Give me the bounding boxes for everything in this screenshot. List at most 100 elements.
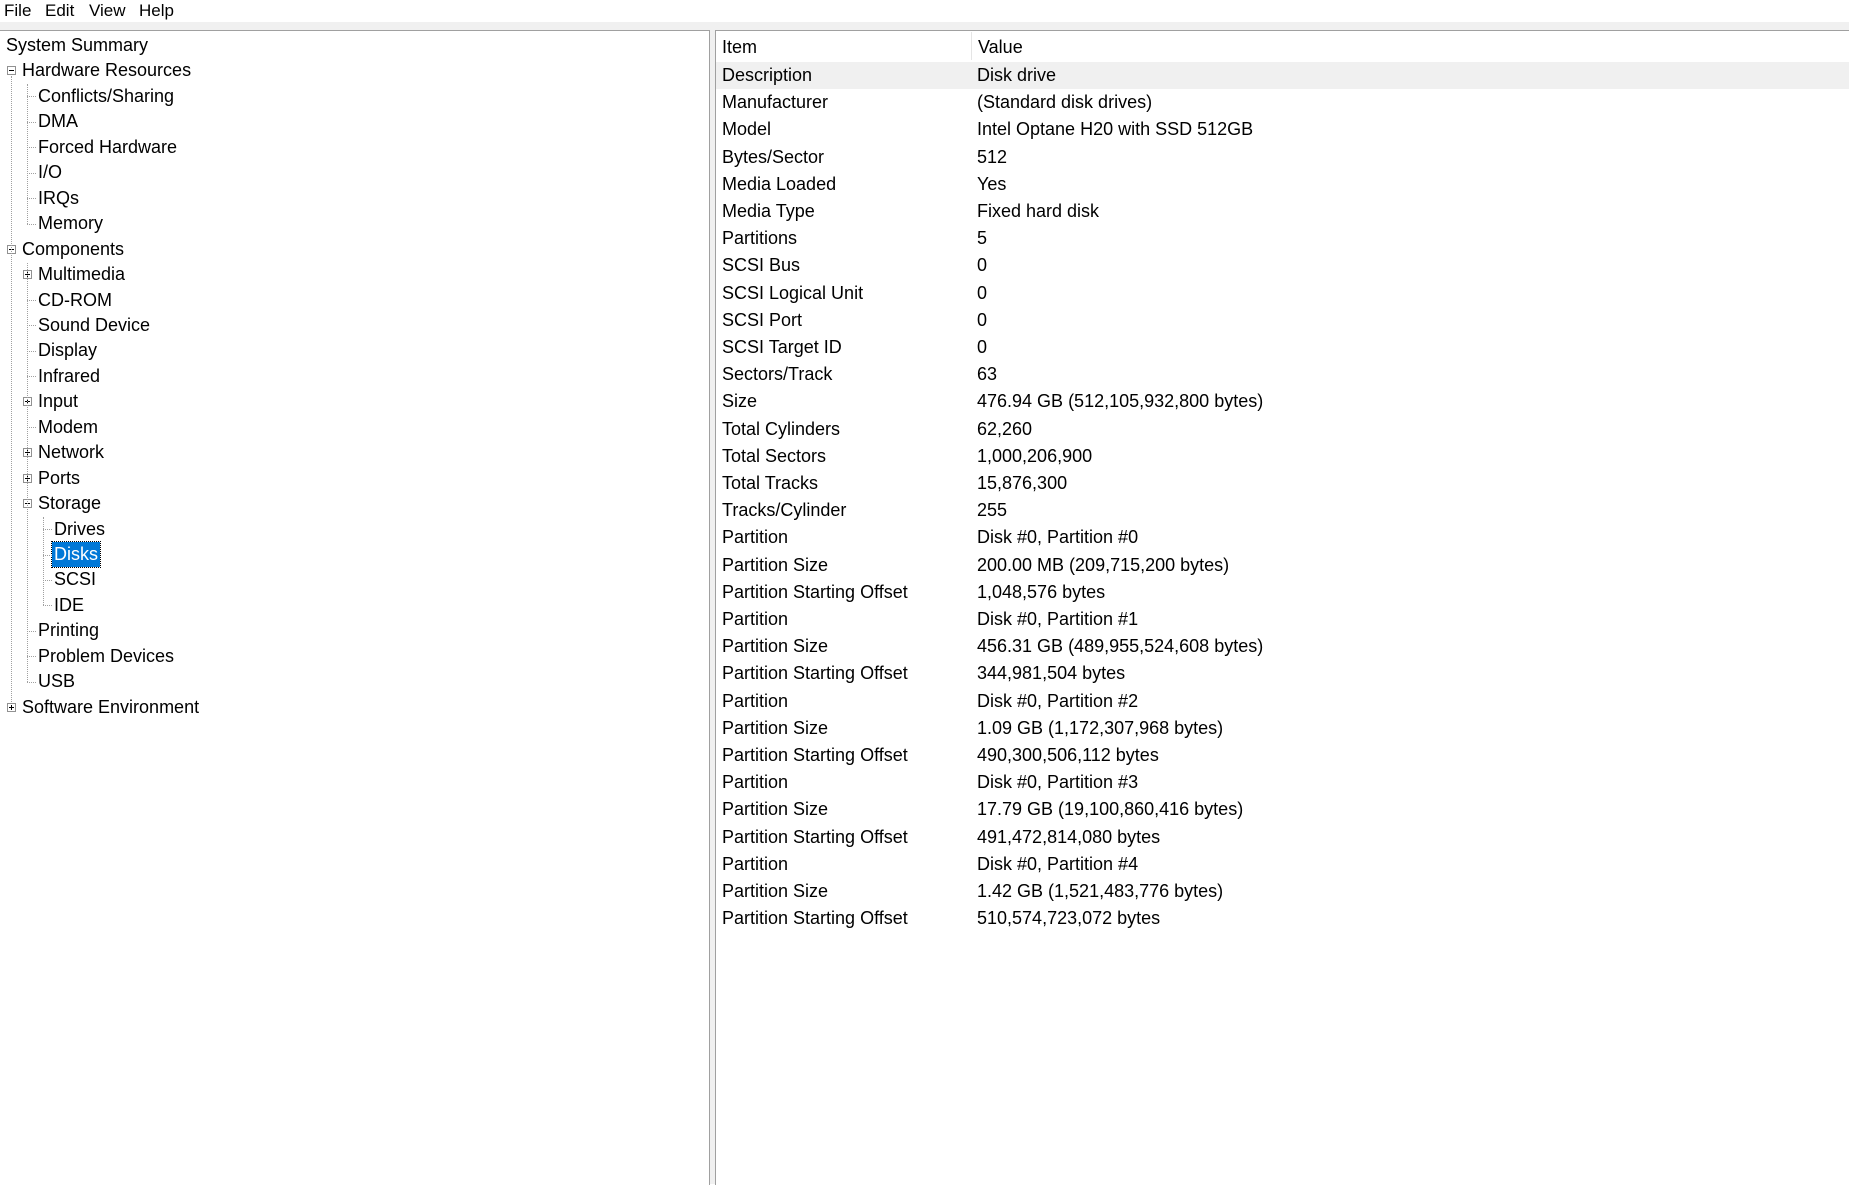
tree-connector: [27, 325, 36, 327]
tree-item-ide[interactable]: IDE: [52, 593, 86, 618]
table-row[interactable]: Partition Starting Offset 491,472,814,080…: [716, 824, 1849, 851]
table-row[interactable]: Partition Disk #0, Partition #3: [716, 769, 1849, 796]
table-row[interactable]: Partition Size 200.00 MB (209,715,200 byt…: [716, 552, 1849, 579]
value-cell: 1.42 GB (1,521,483,776 bytes): [977, 881, 1224, 901]
tree-item-i-o[interactable]: I/O: [36, 160, 64, 185]
tree-item-network[interactable]: Network: [36, 440, 106, 465]
table-row[interactable]: Partition Disk #0, Partition #2: [716, 688, 1849, 715]
tree-item-disks[interactable]: Disks: [51, 541, 101, 568]
table-row[interactable]: Model Intel Optane H20 with SSD 512GB: [716, 116, 1849, 143]
tree-item-usb[interactable]: USB: [36, 669, 77, 694]
table-row[interactable]: Partition Disk #0, Partition #0: [716, 524, 1849, 551]
value-cell: Disk #0, Partition #2: [977, 690, 1139, 711]
tree-item-components[interactable]: Components: [20, 237, 126, 262]
value-cell: Disk #0, Partition #1: [977, 609, 1139, 629]
tree-connector: [27, 147, 36, 149]
item-cell: Media Loaded: [722, 173, 837, 194]
tree-item-system-summary[interactable]: System Summary: [4, 33, 150, 58]
table-row[interactable]: Size 476.94 GB (512,105,932,800 bytes): [716, 388, 1849, 415]
tree-connector: [27, 681, 36, 683]
item-cell: Partition: [722, 690, 789, 711]
category-tree[interactable]: System Summary Hardware Resources Conflict…: [0, 30, 710, 1185]
tree-connector: [27, 376, 36, 378]
menu-file[interactable]: File: [4, 1, 31, 21]
tree-item-memory[interactable]: Memory: [36, 211, 105, 236]
tree-item-sound-device[interactable]: Sound Device: [36, 313, 152, 338]
table-row[interactable]: Sectors/Track 63: [716, 361, 1849, 388]
value-cell: Fixed hard disk: [977, 201, 1100, 221]
tree-item-forced-hardware[interactable]: Forced Hardware: [36, 135, 179, 160]
value-cell: 344,981,504 bytes: [977, 663, 1126, 684]
table-row[interactable]: Partition Starting Offset 1,048,576 bytes: [716, 579, 1849, 606]
value-cell: 200.00 MB (209,715,200 bytes): [977, 554, 1230, 575]
item-cell: Media Type: [722, 201, 815, 221]
tree-item-hardware-resources[interactable]: Hardware Resources: [20, 58, 193, 83]
value-cell: 491,472,814,080 bytes: [977, 826, 1161, 847]
table-row[interactable]: Total Cylinders 62,260: [716, 416, 1849, 443]
table-row[interactable]: Description Disk drive: [716, 62, 1849, 89]
table-row[interactable]: Bytes/Sector 512: [716, 144, 1849, 171]
column-header-value[interactable]: Value: [972, 32, 1849, 62]
tree-item-storage[interactable]: Storage: [36, 491, 103, 516]
table-row[interactable]: SCSI Port 0: [716, 307, 1849, 334]
value-cell: 456.31 GB (489,955,524,608 bytes): [977, 636, 1264, 657]
tree-item-display[interactable]: Display: [36, 338, 99, 363]
menu-edit[interactable]: Edit: [45, 1, 74, 21]
value-cell: 0: [977, 337, 988, 357]
table-row[interactable]: Media Loaded Yes: [716, 171, 1849, 198]
table-row[interactable]: Partition Disk #0, Partition #4: [716, 851, 1849, 878]
tree-item-ports[interactable]: Ports: [36, 466, 82, 491]
column-header-item[interactable]: Item: [716, 32, 971, 62]
details-list[interactable]: Item Value Description Disk drive Manufact…: [715, 30, 1849, 1185]
tree-item-irqs[interactable]: IRQs: [36, 186, 81, 211]
table-row[interactable]: Partitions 5: [716, 225, 1849, 252]
value-cell: 476.94 GB (512,105,932,800 bytes): [977, 391, 1264, 412]
table-row[interactable]: Partition Starting Offset 510,574,723,072…: [716, 905, 1849, 932]
tree-item-multimedia[interactable]: Multimedia: [36, 262, 127, 287]
tree-item-infrared[interactable]: Infrared: [36, 364, 102, 389]
tree-item-problem-devices[interactable]: Problem Devices: [36, 644, 176, 669]
value-cell: 490,300,506,112 bytes: [977, 745, 1159, 765]
menu-help[interactable]: Help: [139, 1, 174, 21]
table-row[interactable]: SCSI Bus 0: [716, 252, 1849, 279]
tree-item-dma[interactable]: DMA: [36, 109, 80, 134]
collapse-icon[interactable]: [7, 66, 16, 76]
table-row[interactable]: Partition Starting Offset 344,981,504 byt…: [716, 660, 1849, 687]
menu-bar: File Edit View Help: [0, 0, 1849, 23]
table-row[interactable]: Tracks/Cylinder 255: [716, 497, 1849, 524]
item-cell: Bytes/Sector: [722, 146, 825, 167]
item-cell: Partition Starting Offset: [722, 908, 908, 929]
table-row[interactable]: Total Tracks 15,876,300: [716, 470, 1849, 497]
tree-item-scsi[interactable]: SCSI: [52, 567, 98, 592]
tree-item-printing[interactable]: Printing: [36, 618, 101, 643]
item-cell: SCSI Target ID: [722, 337, 842, 357]
tree-item-modem[interactable]: Modem: [36, 415, 100, 440]
table-row[interactable]: Partition Size 17.79 GB (19,100,860,416 b…: [716, 796, 1849, 823]
tree-item-drives[interactable]: Drives: [52, 517, 107, 542]
table-row[interactable]: Partition Size 1.42 GB (1,521,483,776 byt…: [716, 878, 1849, 905]
table-row[interactable]: Partition Starting Offset 490,300,506,112…: [716, 742, 1849, 769]
table-row[interactable]: Media Type Fixed hard disk: [716, 198, 1849, 225]
table-row[interactable]: Partition Size 1.09 GB (1,172,307,968 byt…: [716, 715, 1849, 742]
table-row[interactable]: Total Sectors 1,000,206,900: [716, 443, 1849, 470]
table-row[interactable]: Manufacturer (Standard disk drives): [716, 89, 1849, 116]
tree-item-software-environment[interactable]: Software Environment: [20, 695, 201, 720]
expand-icon[interactable]: [7, 702, 16, 712]
value-cell: 1,000,206,900: [977, 445, 1093, 466]
item-cell: Model: [722, 119, 772, 140]
tree-item-conflicts-sharing[interactable]: Conflicts/Sharing: [36, 84, 176, 109]
value-cell: Disk #0, Partition #4: [977, 853, 1139, 874]
table-row[interactable]: Partition Size 456.31 GB (489,955,524,608…: [716, 633, 1849, 660]
value-cell: 255: [977, 500, 1008, 521]
value-cell: Disk #0, Partition #0: [977, 527, 1139, 548]
table-row[interactable]: Partition Disk #0, Partition #1: [716, 606, 1849, 633]
tree-item-input[interactable]: Input: [36, 389, 80, 414]
value-cell: 512: [977, 146, 1008, 167]
table-row[interactable]: SCSI Logical Unit 0: [716, 280, 1849, 307]
tree-item-cd-rom[interactable]: CD-ROM: [36, 288, 114, 313]
item-cell: Tracks/Cylinder: [722, 500, 847, 521]
item-cell: Partition: [722, 609, 789, 629]
menu-view[interactable]: View: [89, 1, 126, 21]
tree-connector: [27, 223, 36, 225]
table-row[interactable]: SCSI Target ID 0: [716, 334, 1849, 361]
